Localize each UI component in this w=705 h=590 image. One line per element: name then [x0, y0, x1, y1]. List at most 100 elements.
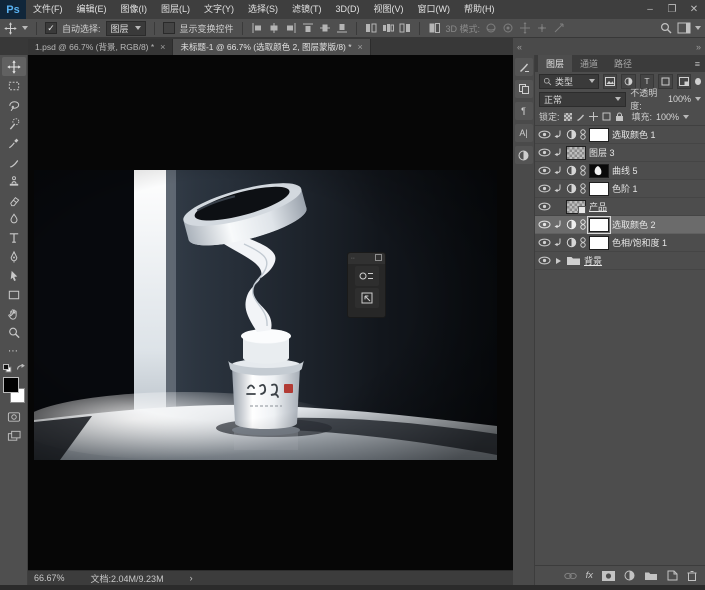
lock-transparent-icon[interactable]	[563, 112, 572, 121]
clone-stamp-tool[interactable]	[2, 171, 26, 190]
layer-row-selected[interactable]: 选取颜色 2	[535, 215, 705, 234]
auto-select-checkbox[interactable]: ✓	[45, 22, 57, 34]
auto-align-icon[interactable]	[428, 22, 441, 34]
lock-image-icon[interactable]	[576, 112, 585, 121]
menu-window[interactable]: 窗口(W)	[411, 0, 458, 19]
layer-row[interactable]: 产品	[535, 198, 705, 216]
mask-link-icon[interactable]	[580, 237, 586, 248]
layer-group-row[interactable]: 背景	[535, 252, 705, 270]
swap-colors-icon[interactable]	[16, 364, 25, 373]
layer-name[interactable]: 曲线 5	[612, 164, 638, 177]
smart-object-thumbnail[interactable]	[566, 199, 586, 214]
pen-tool[interactable]	[2, 247, 26, 266]
hand-tool[interactable]	[2, 304, 26, 323]
document-tab-1[interactable]: 1.psd @ 66.7% (背景, RGB/8) * ×	[28, 39, 174, 55]
character-panel-icon[interactable]: A|	[514, 124, 533, 142]
align-vertical-centers-icon[interactable]	[319, 22, 331, 34]
auto-select-dropdown[interactable]: 图层	[105, 20, 146, 36]
add-layer-mask-icon[interactable]	[602, 570, 615, 581]
visibility-eye-icon[interactable]	[538, 202, 551, 211]
brush-tool[interactable]	[2, 152, 26, 171]
workspace-switcher-icon[interactable]	[677, 22, 701, 34]
visibility-eye-icon[interactable]	[538, 166, 551, 175]
close-tab-icon[interactable]: ×	[358, 42, 363, 52]
blur-tool[interactable]	[2, 209, 26, 228]
visibility-eye-icon[interactable]	[538, 256, 551, 265]
lock-artboard-icon[interactable]	[602, 112, 611, 121]
filter-type-dropdown[interactable]: 类型	[539, 73, 599, 89]
marquee-tool[interactable]	[2, 76, 26, 95]
menu-edit[interactable]: 编辑(E)	[70, 0, 114, 19]
panel-menu-icon[interactable]: ≡	[695, 57, 700, 72]
expand-group-icon[interactable]	[556, 257, 561, 264]
distribute-left-icon[interactable]	[365, 22, 377, 34]
layer-row[interactable]: 图层 3	[535, 144, 705, 162]
menu-image[interactable]: 图像(I)	[114, 0, 155, 19]
layer-style-fx-icon[interactable]: fx	[586, 570, 593, 581]
minimize-button[interactable]: –	[639, 0, 661, 19]
path-selection-tool[interactable]	[2, 266, 26, 285]
link-layers-icon[interactable]	[563, 572, 577, 580]
align-left-edges-icon[interactable]	[251, 22, 263, 34]
distribute-center-icon[interactable]	[382, 22, 394, 34]
layer-mask-thumbnail[interactable]	[589, 127, 609, 142]
fill-value[interactable]: 100%	[656, 112, 679, 122]
rectangle-tool[interactable]	[2, 285, 26, 304]
menu-file[interactable]: 文件(F)	[26, 0, 70, 19]
mask-link-icon[interactable]	[580, 183, 586, 194]
blend-mode-dropdown[interactable]: 正常	[539, 91, 627, 107]
screen-mode-icon[interactable]	[2, 426, 26, 445]
menu-type[interactable]: 文字(Y)	[197, 0, 241, 19]
mask-link-icon[interactable]	[580, 129, 586, 140]
adjustments-panel-icon[interactable]	[514, 146, 533, 164]
align-right-edges-icon[interactable]	[285, 22, 297, 34]
type-tool[interactable]	[2, 228, 26, 247]
new-group-icon[interactable]	[644, 571, 658, 581]
visibility-eye-icon[interactable]	[538, 184, 551, 193]
layer-row[interactable]: 选取颜色 1	[535, 126, 705, 144]
quick-mask-icon[interactable]	[2, 407, 26, 426]
layer-name[interactable]: 产品	[589, 200, 607, 213]
delete-layer-icon[interactable]	[687, 570, 697, 581]
expand-panels-icon[interactable]: »	[696, 42, 701, 52]
search-icon[interactable]	[660, 22, 672, 34]
floating-panel-header[interactable]: ∙∙	[348, 253, 385, 264]
menu-filter[interactable]: 滤镜(T)	[285, 0, 329, 19]
tab-layers[interactable]: 图层	[538, 55, 573, 72]
eraser-tool[interactable]	[2, 190, 26, 209]
zoom-tool[interactable]	[2, 323, 26, 342]
close-tab-icon[interactable]: ×	[160, 42, 165, 52]
menu-help[interactable]: 帮助(H)	[457, 0, 502, 19]
foreground-color-swatch[interactable]	[2, 377, 19, 393]
mask-link-icon[interactable]	[580, 165, 586, 176]
layer-row[interactable]: 色阶 1	[535, 180, 705, 198]
collapse-panels-icon[interactable]: «	[517, 42, 522, 52]
eyedropper-tool[interactable]	[2, 133, 26, 152]
visibility-eye-icon[interactable]	[538, 238, 551, 247]
expand-panel-icon[interactable]	[375, 254, 382, 263]
paragraph-panel-icon[interactable]: ¶	[514, 102, 533, 120]
layer-mask-thumbnail-selected[interactable]	[587, 215, 611, 234]
mask-link-icon[interactable]	[580, 219, 586, 230]
menu-view[interactable]: 视图(V)	[367, 0, 411, 19]
show-transform-checkbox[interactable]	[162, 22, 175, 34]
lock-position-icon[interactable]	[588, 112, 598, 121]
layer-name[interactable]: 色阶 1	[612, 182, 638, 195]
layer-thumbnail[interactable]	[566, 145, 586, 160]
status-options-arrow[interactable]: ›	[190, 573, 193, 583]
new-layer-icon[interactable]	[667, 570, 678, 581]
filter-toggle-icon[interactable]	[695, 77, 701, 85]
layer-mask-thumbnail[interactable]	[589, 163, 609, 178]
align-top-edges-icon[interactable]	[302, 22, 314, 34]
layer-name[interactable]: 选取颜色 1	[612, 128, 656, 141]
opacity-caret[interactable]	[695, 97, 701, 101]
layer-name[interactable]: 选取颜色 2	[612, 218, 656, 231]
tab-paths[interactable]: 路径	[606, 55, 640, 72]
default-colors-icon[interactable]	[2, 364, 12, 373]
menu-select[interactable]: 选择(S)	[241, 0, 285, 19]
tab-channels[interactable]: 通道	[572, 55, 606, 72]
layer-row[interactable]: 曲线 5	[535, 162, 705, 180]
quick-selection-tool[interactable]	[2, 114, 26, 133]
visibility-eye-icon[interactable]	[538, 148, 551, 157]
opacity-value[interactable]: 100%	[668, 94, 691, 104]
